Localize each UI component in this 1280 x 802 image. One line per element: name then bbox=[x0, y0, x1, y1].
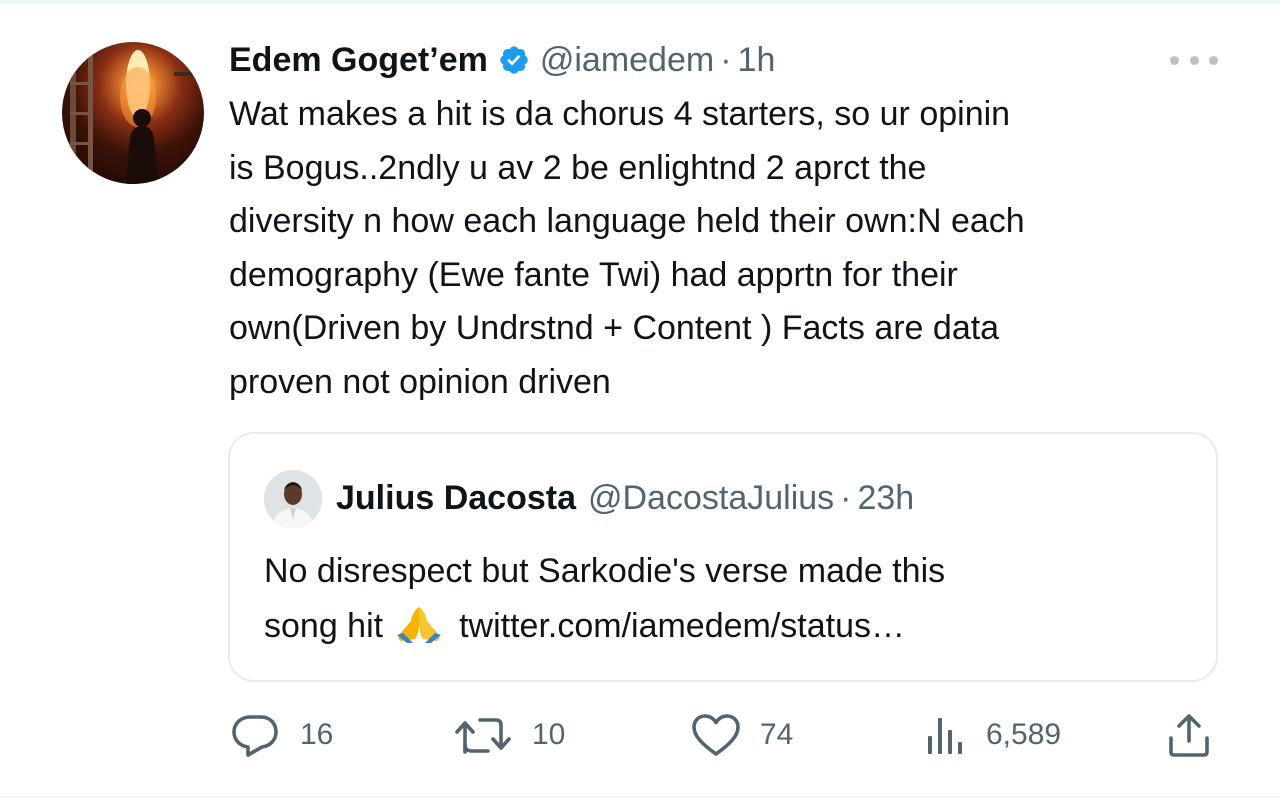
tweet-timestamp[interactable]: 1h bbox=[738, 41, 776, 80]
folded-hands-icon bbox=[397, 607, 442, 643]
tweet-text-line: diversity n how each language held their… bbox=[229, 202, 1025, 240]
author-avatar[interactable] bbox=[62, 42, 204, 184]
tweet-text-line: proven not opinion driven bbox=[229, 362, 611, 401]
reply-button[interactable]: 16 bbox=[230, 700, 333, 770]
tweet-text-line: demography (Ewe fante Twi) had apprtn fo… bbox=[229, 255, 958, 294]
share-icon bbox=[1169, 714, 1209, 757]
quoted-author-name[interactable]: Julius Dacosta bbox=[336, 479, 576, 518]
action-bar: 16 10 74 6,589 bbox=[0, 700, 1280, 770]
separator-dot: · bbox=[720, 40, 732, 79]
quoted-tweet-timestamp[interactable]: 23h bbox=[857, 479, 914, 518]
quoted-avatar-image bbox=[264, 470, 322, 528]
reply-count: 16 bbox=[300, 718, 334, 751]
quoted-text-line-2: song hit twitter.com/iamedem/status… bbox=[264, 599, 1184, 654]
author-name[interactable]: Edem Goget’em bbox=[229, 41, 488, 80]
tweet-text-line: is Bogus..2ndly u av 2 be enlightnd 2 ap… bbox=[229, 148, 927, 187]
top-divider bbox=[0, 0, 1280, 4]
verified-badge-icon bbox=[500, 46, 528, 74]
heart-icon bbox=[692, 714, 740, 756]
tweet-header: Edem Goget’em @iamedem · 1h bbox=[229, 38, 775, 82]
quoted-tweet-card[interactable]: Julius Dacosta @DacostaJulius · 23h No d… bbox=[228, 432, 1218, 682]
views-count: 6,589 bbox=[986, 718, 1062, 751]
quoted-tweet-header: Julius Dacosta @DacostaJulius · 23h bbox=[336, 476, 914, 520]
like-button[interactable]: 74 bbox=[690, 700, 793, 770]
quoted-author-avatar[interactable] bbox=[264, 470, 322, 528]
like-count: 74 bbox=[760, 718, 794, 751]
tweet-text-line: Wat makes a hit is da chorus 4 starters,… bbox=[229, 95, 1011, 133]
more-horizontal-icon[interactable] bbox=[1170, 48, 1218, 72]
retweet-button[interactable]: 10 bbox=[454, 700, 565, 770]
quoted-text-start: song hit bbox=[264, 607, 384, 645]
avatar-image bbox=[70, 50, 204, 184]
quoted-tweet-link[interactable]: twitter.com/iamedem/status… bbox=[459, 607, 905, 645]
reply-icon bbox=[232, 715, 278, 757]
quoted-separator-dot: · bbox=[840, 478, 852, 517]
quoted-text-line: No disrespect but Sarkodie's verse made … bbox=[264, 552, 946, 590]
retweet-count: 10 bbox=[532, 718, 566, 751]
quoted-author-handle[interactable]: @DacostaJulius bbox=[588, 479, 834, 518]
views-chart-icon bbox=[928, 718, 962, 754]
author-handle[interactable]: @iamedem bbox=[540, 41, 714, 80]
bottom-divider bbox=[0, 796, 1280, 798]
tweet-text: Wat makes a hit is da chorus 4 starters,… bbox=[229, 88, 1229, 409]
retweet-icon bbox=[455, 718, 511, 754]
quoted-tweet-text: No disrespect but Sarkodie's verse made … bbox=[264, 544, 1184, 654]
share-button[interactable] bbox=[1166, 700, 1212, 770]
tweet-text-line: own(Driven by Undrstnd + Content ) Facts… bbox=[229, 309, 1000, 347]
views-button[interactable]: 6,589 bbox=[924, 700, 1061, 770]
